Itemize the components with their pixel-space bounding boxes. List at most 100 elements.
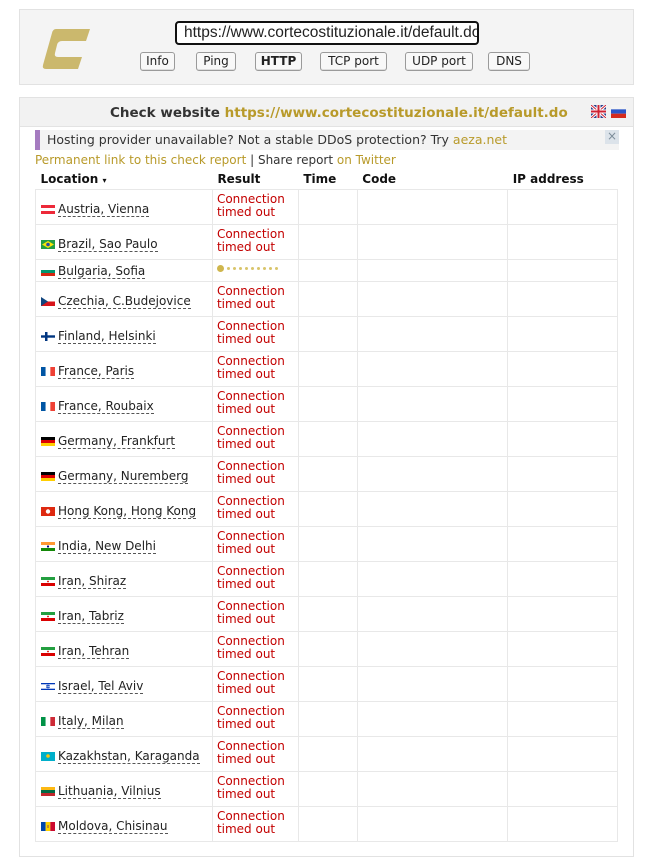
table-row: Hong Kong, Hong Kong Connection timed out (35, 491, 618, 527)
location-link[interactable]: Iran, Tabriz (58, 609, 124, 624)
location-link[interactable]: France, Paris (58, 364, 135, 379)
result-line: timed out (216, 542, 276, 556)
ip-cell (507, 316, 618, 352)
location-cell: Iran, Tabriz (35, 596, 213, 632)
code-cell (356, 561, 509, 597)
location-link[interactable]: Israel, Tel Aviv (58, 679, 144, 694)
code-cell (356, 596, 509, 632)
time-cell (297, 771, 358, 807)
http-button[interactable]: HTTP (255, 52, 302, 71)
location-link[interactable]: Italy, Milan (58, 714, 124, 729)
location: Bulgaria, Sofia (36, 260, 212, 279)
result-cell: Connection timed out (211, 491, 299, 527)
time-cell (297, 224, 358, 260)
location-cell: France, Paris (35, 351, 213, 387)
code-cell (356, 491, 509, 527)
result-status: Connection timed out (213, 737, 298, 766)
loading-dot (216, 265, 224, 272)
time-cell (297, 561, 358, 597)
result-line: timed out (216, 297, 276, 311)
result-status: Connection timed out (213, 597, 298, 626)
ip-cell (507, 491, 618, 527)
location-link[interactable]: Germany, Frankfurt (58, 434, 176, 449)
code-cell (356, 771, 509, 807)
result-line: timed out (216, 205, 276, 219)
location-cell: France, Roubaix (35, 386, 213, 422)
location: Iran, Tabriz (36, 597, 212, 624)
udp-port-button[interactable]: UDP port (405, 52, 473, 71)
ip-cell (507, 189, 618, 225)
result-line: timed out (216, 612, 276, 626)
ping-button[interactable]: Ping (196, 52, 236, 71)
table-row: France, Paris Connection timed out (35, 351, 618, 387)
location-link[interactable]: France, Roubaix (58, 399, 154, 414)
location-link[interactable]: Bulgaria, Sofia (58, 264, 146, 279)
location-cell: Austria, Vienna (35, 189, 213, 225)
code-cell (356, 526, 509, 562)
loading-dot (226, 267, 230, 270)
permanent-link[interactable]: Permanent link to this check report (35, 153, 246, 167)
russian-flag-icon[interactable] (611, 105, 626, 118)
location-link[interactable]: Iran, Tehran (58, 644, 130, 659)
location-link[interactable]: Lithuania, Vilnius (58, 784, 161, 799)
location-cell: Germany, Nuremberg (35, 456, 213, 492)
result-line: timed out (216, 717, 276, 731)
english-flag-icon[interactable] (591, 105, 606, 118)
loading-dot (256, 267, 260, 270)
ip-cell (507, 526, 618, 562)
location-link[interactable]: Kazakhstan, Karaganda (58, 749, 200, 764)
time-cell (297, 631, 358, 667)
table-row: Italy, Milan Connection timed out (35, 701, 618, 737)
dns-button[interactable]: DNS (488, 52, 530, 71)
location-cell: Israel, Tel Aviv (35, 666, 213, 702)
result-cell: Connection timed out (211, 806, 299, 842)
code-cell (356, 189, 509, 225)
ad-link[interactable]: aeza.net (453, 132, 507, 147)
location-link[interactable]: Austria, Vienna (58, 202, 150, 217)
location-link[interactable]: Brazil, Sao Paulo (58, 237, 158, 252)
code-cell (356, 281, 509, 317)
tcp-port-button[interactable]: TCP port (320, 52, 387, 71)
loading-dot (274, 267, 278, 270)
table-row: Iran, Tehran Connection timed out (35, 631, 618, 667)
time-cell (297, 189, 358, 225)
info-button[interactable]: Info (140, 52, 175, 71)
result-status: Connection timed out (213, 225, 298, 254)
result-status: Connection timed out (213, 352, 298, 381)
location-link[interactable]: India, New Delhi (58, 539, 156, 554)
result-cell: Connection timed out (211, 224, 299, 260)
location-link[interactable]: Finland, Helsinki (58, 329, 156, 344)
result-cell: Connection timed out (211, 281, 299, 317)
time-cell (297, 736, 358, 772)
code-column-header: Code (362, 172, 397, 186)
location-link[interactable]: Germany, Nuremberg (58, 469, 189, 484)
table-row: Brazil, Sao Paulo Connection timed out (35, 224, 618, 260)
ip-cell (507, 631, 618, 667)
result-cell: Connection timed out (211, 421, 299, 457)
lt-flag-icon (41, 787, 55, 796)
twitter-link[interactable]: on Twitter (333, 153, 396, 167)
location-link[interactable]: Moldova, Chisinau (58, 819, 168, 834)
result-status: Connection timed out (213, 387, 298, 416)
location-link[interactable]: Hong Kong, Hong Kong (58, 504, 197, 519)
loading-dot (268, 267, 272, 270)
close-icon[interactable]: × (605, 130, 619, 144)
ip-cell (507, 666, 618, 702)
location-cell: Brazil, Sao Paulo (35, 224, 213, 260)
result-line: timed out (216, 437, 276, 451)
ir-flag-icon (41, 577, 55, 586)
result-line: timed out (216, 577, 276, 591)
time-cell (297, 421, 358, 457)
table-row: Lithuania, Vilnius Connection timed out (35, 771, 618, 807)
result-cell: Connection timed out (211, 771, 299, 807)
location-link[interactable]: Czechia, C.Budejovice (58, 294, 191, 309)
share-report-label: Share report (257, 153, 334, 167)
url-input[interactable] (175, 21, 479, 45)
time-cell (297, 281, 358, 317)
result-status: Connection timed out (213, 282, 298, 311)
location-cell: India, New Delhi (35, 526, 213, 562)
location-cell: Kazakhstan, Karaganda (35, 736, 213, 772)
location-link[interactable]: Iran, Shiraz (58, 574, 127, 589)
location-column-header[interactable]: Location ▾ (36, 169, 213, 190)
result-status: Connection timed out (213, 190, 298, 219)
